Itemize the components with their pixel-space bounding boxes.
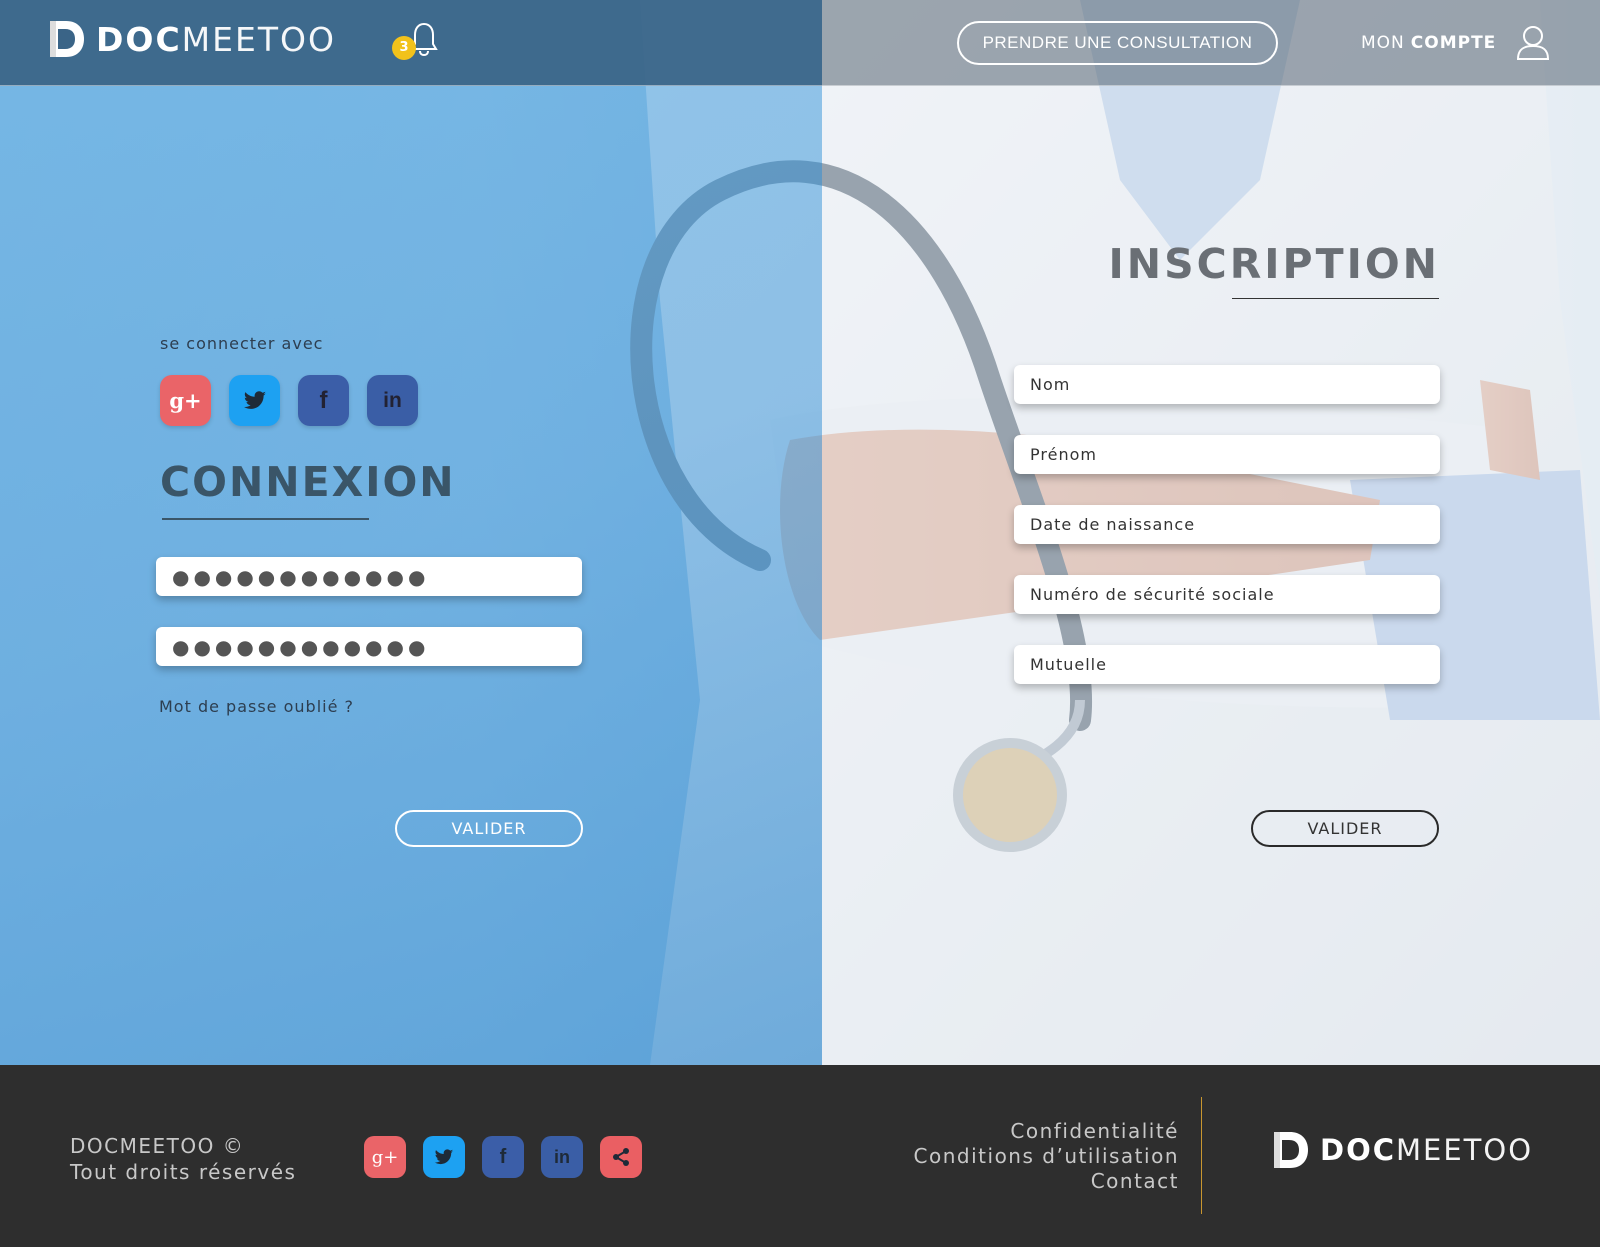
account-label-bold: COMPTE: [1410, 33, 1497, 53]
google-plus-login-button[interactable]: g+: [160, 375, 211, 426]
twitter-icon: [434, 1148, 454, 1164]
login-password-field[interactable]: [156, 627, 582, 666]
login-title-underline: [162, 518, 369, 520]
signup-title: INSCRIPTION: [1108, 240, 1440, 288]
facebook-icon: f: [319, 386, 328, 414]
linkedin-icon: in: [554, 1146, 570, 1167]
privacy-link[interactable]: Confidentialité: [914, 1119, 1179, 1144]
site-logo[interactable]: DOCMEETOO: [48, 18, 336, 60]
login-submit-button[interactable]: VALIDER: [395, 810, 583, 847]
top-navbar: DOCMEETOO 3 PRENDRE UNE CONSULTATION MON…: [0, 0, 1600, 86]
login-social-buttons: g+ f in: [160, 375, 436, 426]
footer-divider: [1201, 1097, 1202, 1214]
user-icon: [1517, 26, 1550, 60]
left-blue-overlay: [0, 0, 822, 1065]
footer-logo[interactable]: DOCMEETOO: [1272, 1130, 1533, 1170]
signup-title-underline: [1232, 298, 1439, 299]
share-icon: [613, 1148, 629, 1166]
book-consultation-button[interactable]: PRENDRE UNE CONSULTATION: [957, 21, 1278, 65]
login-title: CONNEXION: [160, 458, 456, 506]
signup-submit-button[interactable]: VALIDER: [1251, 810, 1439, 847]
footer-social-buttons: g+ f in: [364, 1136, 659, 1178]
logo-d-icon: [1274, 1132, 1308, 1168]
logo-wordmark: DOCMEETOO: [96, 19, 336, 59]
notification-badge: 3: [392, 36, 416, 60]
navbar-divider: [0, 85, 1600, 86]
rights-text: Tout droits réservés: [70, 1160, 297, 1184]
my-account-link[interactable]: MON COMPTE: [1361, 22, 1550, 64]
facebook-login-button[interactable]: f: [298, 375, 349, 426]
terms-link[interactable]: Conditions d’utilisation: [914, 1144, 1179, 1169]
first-name-field[interactable]: [1014, 435, 1440, 474]
insurance-field[interactable]: [1014, 645, 1440, 684]
footer-twitter-button[interactable]: [423, 1136, 465, 1178]
footer-share-button[interactable]: [600, 1136, 642, 1178]
copyright-text: DOCMEETOO ©: [70, 1134, 245, 1158]
birth-date-field[interactable]: [1014, 505, 1440, 544]
forgot-password-link[interactable]: Mot de passe oublié ?: [159, 697, 354, 716]
linkedin-login-button[interactable]: in: [367, 375, 418, 426]
google-plus-icon: g+: [169, 388, 202, 413]
logo-d-icon: [50, 21, 84, 57]
facebook-icon: f: [499, 1145, 507, 1168]
footer-facebook-button[interactable]: f: [482, 1136, 524, 1178]
connect-with-label: se connecter avec: [160, 334, 324, 353]
google-plus-icon: g+: [371, 1146, 399, 1168]
linkedin-icon: in: [383, 388, 402, 412]
footer-logo-wordmark: DOCMEETOO: [1320, 1133, 1534, 1167]
notifications-button[interactable]: 3: [390, 22, 440, 64]
footer-linkedin-button[interactable]: in: [541, 1136, 583, 1178]
login-email-field[interactable]: [156, 557, 582, 596]
twitter-login-button[interactable]: [229, 375, 280, 426]
twitter-icon: [243, 390, 266, 409]
social-security-field[interactable]: [1014, 575, 1440, 614]
account-label-prefix: MON: [1361, 33, 1405, 53]
last-name-field[interactable]: [1014, 365, 1440, 404]
footer-google-plus-button[interactable]: g+: [364, 1136, 406, 1178]
contact-link[interactable]: Contact: [914, 1169, 1179, 1194]
footer-copyright: DOCMEETOO © Tout droits réservés: [70, 1133, 296, 1185]
footer-links: Confidentialité Conditions d’utilisation…: [914, 1119, 1179, 1194]
